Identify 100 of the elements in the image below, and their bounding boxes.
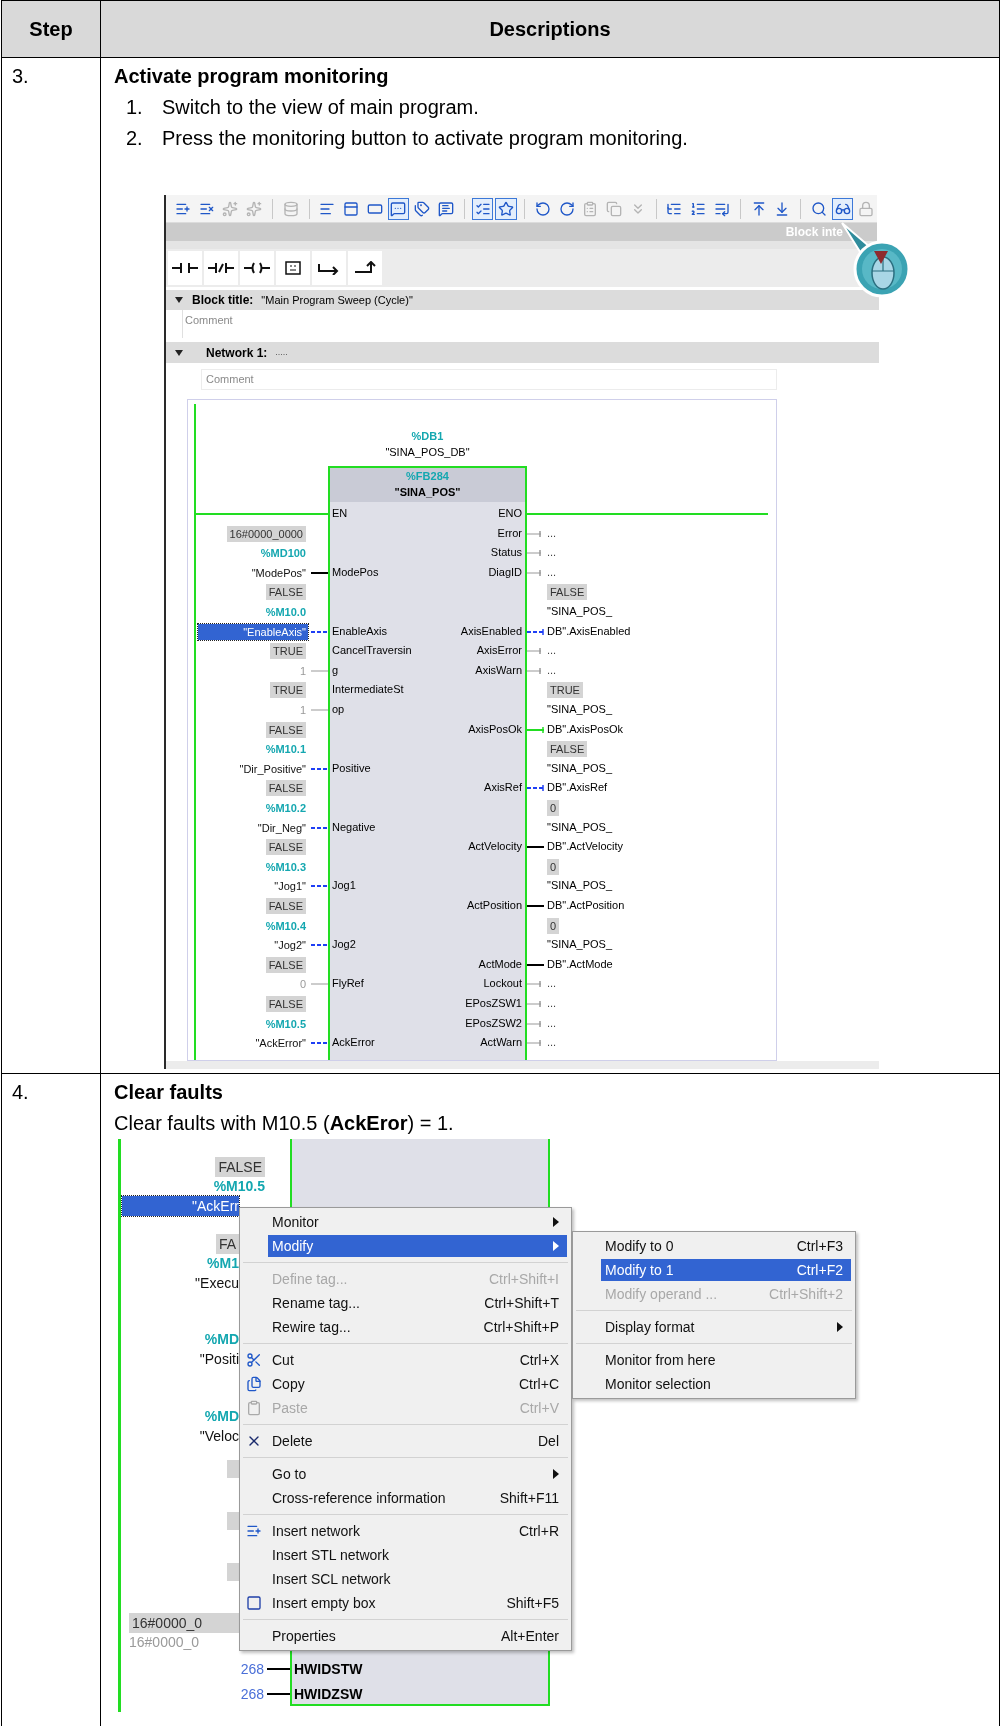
operand-text[interactable]: "SINA_POS_ DB".AxisEnabled bbox=[547, 602, 631, 642]
pin-label: Negative bbox=[332, 819, 376, 835]
menu-item[interactable]: Insert SCL network bbox=[268, 1568, 567, 1590]
operand-text[interactable]: "ModePos" bbox=[251, 564, 306, 581]
lock-icon bbox=[858, 200, 875, 217]
pin-label: HWIDSTW bbox=[294, 1660, 363, 1679]
fbd-element-button[interactable] bbox=[168, 251, 202, 285]
message-icon bbox=[437, 200, 454, 217]
operand-text[interactable]: "Jog1" bbox=[274, 878, 306, 895]
instruction-text: Switch to the view of main program. bbox=[162, 95, 479, 120]
list-marker: 2. bbox=[126, 126, 144, 151]
constant-text: 16#0000_0 bbox=[129, 1633, 201, 1652]
toolbar-button[interactable] bbox=[387, 197, 410, 220]
menu-item[interactable]: Properties Alt+Enter bbox=[268, 1625, 567, 1647]
pin-label: DiagID bbox=[488, 564, 522, 580]
operand-text[interactable]: "Veloc bbox=[199, 1426, 239, 1446]
operand-text[interactable]: "Jog2" bbox=[274, 937, 306, 954]
address-text: %MD bbox=[204, 1330, 239, 1349]
menu-item[interactable]: Modify bbox=[268, 1235, 567, 1257]
network-label: Network 1: bbox=[206, 344, 268, 362]
shortcut-text: Ctrl+Shift+2 bbox=[769, 1284, 843, 1304]
column-header: Descriptions bbox=[489, 17, 611, 42]
operand-text[interactable]: "SINA_POS_ DB".ActMode bbox=[547, 935, 613, 975]
rotate-right-icon bbox=[558, 200, 575, 217]
fbd-element-button[interactable] bbox=[240, 251, 274, 285]
triangle-icon[interactable] bbox=[174, 347, 184, 358]
value-badge: 0 bbox=[547, 800, 560, 816]
shortcut-text: Ctrl+V bbox=[519, 1398, 559, 1418]
ordered-list-icon bbox=[690, 200, 707, 217]
toolbar-button[interactable] bbox=[831, 197, 854, 220]
pin-label: EnableAxis bbox=[332, 623, 388, 639]
operand-text[interactable]: "Dir_Positive" bbox=[239, 760, 306, 777]
pin-label: AxisPosOk bbox=[468, 721, 522, 737]
fbd-element-button[interactable] bbox=[348, 251, 382, 285]
wire bbox=[267, 1668, 290, 1670]
operand-text: ... bbox=[547, 545, 557, 561]
panel-icon bbox=[343, 200, 360, 217]
address-text: %M1 bbox=[207, 1254, 239, 1273]
toolbar-button[interactable] bbox=[471, 197, 494, 220]
value-badge: 16#0000_0 bbox=[129, 1613, 239, 1633]
value-badge: FALSE bbox=[265, 898, 306, 914]
operand-text[interactable]: "AckErr bbox=[122, 1196, 239, 1216]
operand-text[interactable]: "EnableAxis" bbox=[198, 623, 308, 640]
speech-bubble-icon bbox=[390, 200, 407, 217]
menu-item[interactable]: Modify to 1 Ctrl+F2 bbox=[601, 1259, 851, 1281]
shortcut-text: Ctrl+R bbox=[518, 1521, 559, 1541]
square-icon bbox=[246, 1595, 262, 1611]
menu-item[interactable]: Go to bbox=[268, 1463, 567, 1485]
menu-item[interactable]: Delete Del bbox=[268, 1430, 567, 1452]
menu-item[interactable]: Modify to 0 Ctrl+F3 bbox=[601, 1235, 851, 1257]
value-badge: FALSE bbox=[547, 741, 588, 758]
menu-item[interactable]: Copy Ctrl+C bbox=[268, 1373, 567, 1395]
address-text: %M10.3 bbox=[265, 859, 306, 875]
menu-item[interactable]: Display format bbox=[601, 1316, 851, 1338]
menu-item[interactable]: Insert empty box Shift+F5 bbox=[268, 1592, 567, 1614]
value-badge: 16#0000_0000 bbox=[226, 525, 306, 542]
operand-text[interactable]: "Positi bbox=[199, 1349, 239, 1369]
menu-item[interactable]: Rename tag... Ctrl+Shift+T bbox=[268, 1292, 567, 1314]
operand-text[interactable]: "SINA_POS_ DB".ActVelocity bbox=[547, 817, 624, 857]
address-text: %M10.5 bbox=[265, 1016, 306, 1032]
operand-text: ... bbox=[547, 1035, 557, 1051]
menu-item[interactable]: Monitor selection bbox=[601, 1373, 851, 1395]
menu-item[interactable]: Insert network Ctrl+R bbox=[268, 1520, 567, 1542]
step-number: 4. bbox=[12, 1081, 29, 1103]
address-text: %M10.2 bbox=[265, 801, 306, 816]
fbd-element-button[interactable] bbox=[204, 251, 238, 285]
toolbar-button[interactable] bbox=[495, 197, 518, 220]
contact-icon bbox=[172, 261, 198, 275]
operand-text[interactable]: "SINA_POS_ DB".ActPosition bbox=[547, 876, 625, 916]
value-badge: FALSE bbox=[265, 780, 306, 797]
menu-item[interactable]: Cut Ctrl+X bbox=[268, 1349, 567, 1371]
operand-text: ... bbox=[547, 564, 557, 580]
operand-text[interactable]: "AckError" bbox=[255, 1035, 306, 1052]
operand-text[interactable]: "Execu bbox=[195, 1273, 239, 1293]
menu-item[interactable]: Cross-reference information Shift+F11 bbox=[268, 1487, 567, 1509]
pin-label: AckError bbox=[332, 1035, 375, 1051]
pin-label: Error bbox=[497, 525, 522, 541]
menu-item[interactable]: Rewire tag... Ctrl+Shift+P bbox=[268, 1316, 567, 1338]
menu-item[interactable]: Monitor bbox=[268, 1211, 567, 1233]
pin-label: ModePos bbox=[332, 564, 379, 580]
scrollbar[interactable] bbox=[166, 1061, 879, 1069]
star-icon bbox=[498, 200, 515, 217]
menu-item[interactable]: Insert STL network bbox=[268, 1544, 567, 1566]
scissors-icon bbox=[246, 1352, 262, 1368]
address-text: %M10.0 bbox=[265, 605, 306, 620]
menu-item[interactable]: Monitor from here bbox=[601, 1349, 851, 1371]
fbd-element-button[interactable] bbox=[312, 251, 346, 285]
operand-text[interactable]: "SINA_POS_ DB".AxisRef bbox=[547, 758, 613, 798]
coil-icon bbox=[244, 261, 270, 275]
value-badge: FALSE bbox=[265, 721, 306, 738]
triangle-icon[interactable] bbox=[174, 295, 184, 305]
operand-text[interactable]: "SINA_POS_ DB".AxisPosOk bbox=[547, 700, 624, 740]
column-header: Step bbox=[29, 17, 73, 42]
comment-field[interactable]: Comment bbox=[201, 369, 777, 390]
shortcut-text: Ctrl+Shift+I bbox=[488, 1269, 559, 1289]
fbd-element-button[interactable] bbox=[276, 251, 310, 285]
operand-text[interactable]: "Dir_Neg" bbox=[257, 819, 306, 836]
instruction-text: Clear faults with M10.5 (AckEror) = 1. bbox=[114, 1111, 455, 1136]
database-icon bbox=[282, 200, 299, 217]
shortcut-text: Del bbox=[538, 1431, 559, 1451]
